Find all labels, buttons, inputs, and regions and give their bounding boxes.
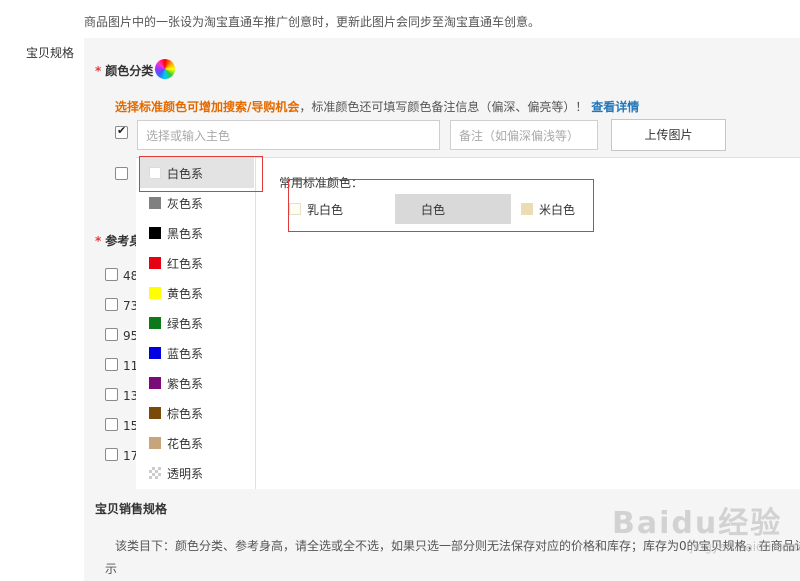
- color-row2-checkbox[interactable]: [115, 167, 128, 180]
- upload-image-button[interactable]: 上传图片: [611, 119, 726, 151]
- required-star: *: [95, 64, 102, 78]
- green-swatch-icon: [149, 317, 161, 329]
- color-family-item-blue[interactable]: 蓝色系: [140, 338, 254, 368]
- blue-swatch-icon: [149, 347, 161, 359]
- sale-spec-title: 宝贝销售规格: [95, 502, 168, 516]
- floral-swatch-icon: [149, 437, 161, 449]
- color-wheel-icon: [155, 59, 175, 79]
- color-family-item-red[interactable]: 红色系: [140, 248, 254, 278]
- baidu-watermark-logo: Baidu经验: [612, 506, 783, 541]
- color-family-item-green[interactable]: 绿色系: [140, 308, 254, 338]
- height-checkbox[interactable]: [105, 418, 118, 431]
- color-family-item-floral[interactable]: 花色系: [140, 428, 254, 458]
- spec-label: 宝贝规格: [26, 46, 75, 60]
- highlight-box-common-colors: [288, 179, 594, 232]
- height-checkbox[interactable]: [105, 448, 118, 461]
- hint-text: ，标准颜色还可填写颜色备注信息（偏深、偏亮等）！: [299, 100, 588, 114]
- dropdown-divider: [255, 158, 256, 489]
- brown-swatch-icon: [149, 407, 161, 419]
- transparent-swatch-icon: [149, 467, 161, 479]
- purple-swatch-icon: [149, 377, 161, 389]
- main-color-input[interactable]: 选择或输入主色: [137, 120, 440, 150]
- color-family-item-yellow[interactable]: 黄色系: [140, 278, 254, 308]
- color-family-item-gray[interactable]: 灰色系: [140, 188, 254, 218]
- color-family-item-transparent[interactable]: 透明系: [140, 458, 254, 488]
- view-details-link[interactable]: 查看详情: [591, 100, 639, 114]
- color-family-item-purple[interactable]: 紫色系: [140, 368, 254, 398]
- color-remark-input[interactable]: 备注（如偏深偏浅等）: [450, 120, 598, 150]
- height-checkbox[interactable]: [105, 298, 118, 311]
- color-hint: 选择标准颜色可增加搜索/导购机会，标准颜色还可填写颜色备注信息（偏深、偏亮等）！…: [115, 98, 639, 115]
- highlight-box-white-family: [139, 156, 263, 192]
- height-checkbox[interactable]: [105, 328, 118, 341]
- color-row1-checkbox[interactable]: [115, 124, 128, 139]
- height-checkbox[interactable]: [105, 358, 118, 371]
- color-family-item-brown[interactable]: 棕色系: [140, 398, 254, 428]
- sale-spec-note-continued: 示: [105, 562, 118, 576]
- hint-highlight: 选择标准颜色可增加搜索/导购机会: [115, 100, 300, 114]
- color-family-item-black[interactable]: 黑色系: [140, 218, 254, 248]
- required-star: *: [95, 234, 102, 248]
- color-section-title: * 颜色分类: [95, 64, 154, 78]
- height-checkbox[interactable]: [105, 388, 118, 401]
- gray-swatch-icon: [149, 197, 161, 209]
- height-section-title: * 参考身: [95, 234, 142, 248]
- sync-note: 商品图片中的一张设为淘宝直通车推广创意时，更新此图片会同步至淘宝直通车创意。: [84, 15, 541, 29]
- black-swatch-icon: [149, 227, 161, 239]
- baidu-watermark-url: jingyan.baidu.com: [690, 540, 800, 554]
- height-checkbox[interactable]: [105, 268, 118, 281]
- red-swatch-icon: [149, 257, 161, 269]
- yellow-swatch-icon: [149, 287, 161, 299]
